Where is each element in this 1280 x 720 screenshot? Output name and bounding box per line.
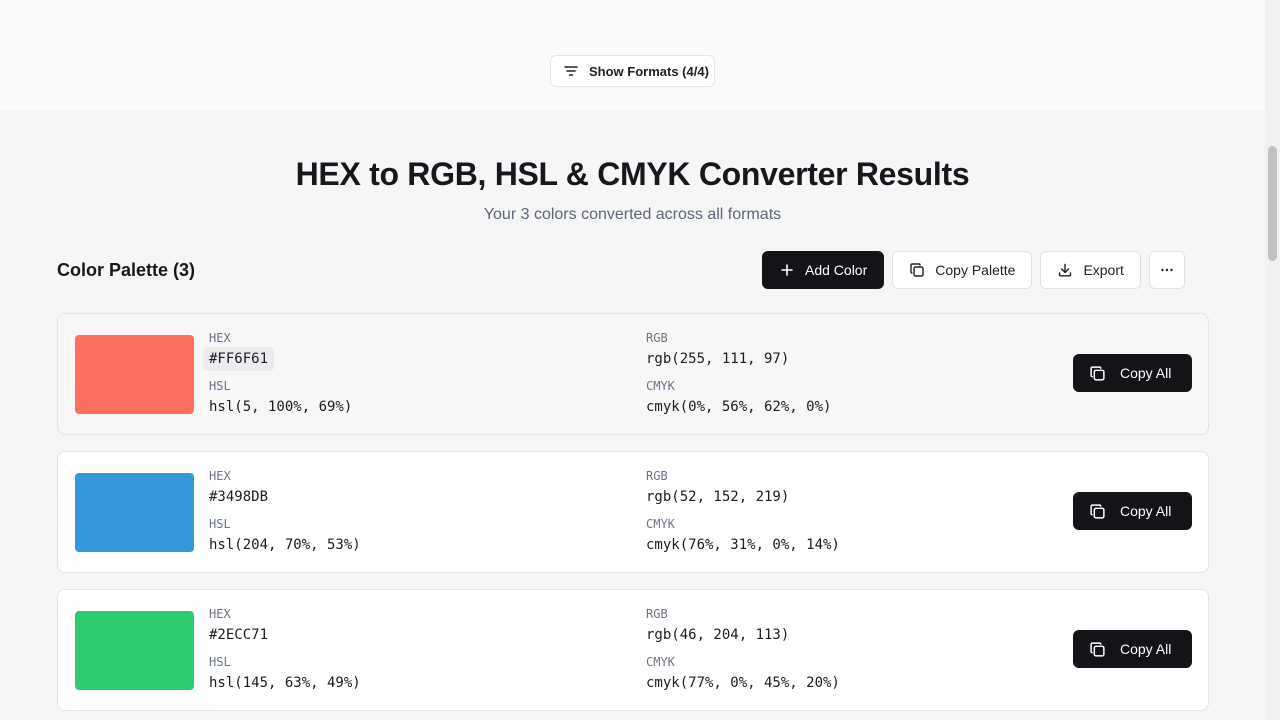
copy-all-button[interactable]: Copy All <box>1073 492 1192 530</box>
cmyk-label: CMYK <box>646 517 675 531</box>
scrollbar-thumb[interactable] <box>1268 146 1277 261</box>
top-toolbar-band: Show Formats (4/4) <box>0 0 1265 110</box>
ellipsis-icon <box>1161 268 1173 272</box>
copy-palette-button[interactable]: Copy Palette <box>892 251 1033 289</box>
palette-toolbar: Add Color Copy Palette Export <box>762 251 1185 289</box>
color-swatch[interactable] <box>75 473 194 552</box>
copy-all-label: Copy All <box>1120 641 1172 657</box>
cmyk-label: CMYK <box>646 655 675 669</box>
export-label: Export <box>1083 262 1124 278</box>
page-title: HEX to RGB, HSL & CMYK Converter Results <box>295 156 970 192</box>
rgb-value[interactable]: rgb(255, 111, 97) <box>640 347 795 371</box>
plus-icon <box>781 264 793 276</box>
rgb-label: RGB <box>646 469 668 483</box>
add-color-button[interactable]: Add Color <box>762 251 885 289</box>
cmyk-label: CMYK <box>646 379 675 393</box>
download-icon <box>1059 263 1072 277</box>
copy-icon <box>1090 503 1105 519</box>
cmyk-value[interactable]: cmyk(76%, 31%, 0%, 14%) <box>640 533 846 557</box>
export-button[interactable]: Export <box>1040 251 1141 289</box>
rgb-label: RGB <box>646 331 668 345</box>
hsl-label: HSL <box>209 655 231 669</box>
hex-label: HEX <box>209 469 231 483</box>
color-swatch[interactable] <box>75 335 194 414</box>
vertical-scrollbar[interactable] <box>1265 0 1280 720</box>
hex-value[interactable]: #3498DB <box>203 485 274 509</box>
color-card: HEX #3498DB HSL hsl(204, 70%, 53%) RGB r… <box>57 451 1209 573</box>
copy-palette-label: Copy Palette <box>935 262 1016 278</box>
hex-label: HEX <box>209 607 231 621</box>
hsl-label: HSL <box>209 379 231 393</box>
copy-all-button[interactable]: Copy All <box>1073 354 1192 392</box>
more-options-button[interactable] <box>1148 251 1185 289</box>
hsl-value[interactable]: hsl(145, 63%, 49%) <box>203 671 367 695</box>
color-card: HEX #FF6F61 HSL hsl(5, 100%, 69%) RGB rg… <box>57 313 1209 435</box>
hsl-value[interactable]: hsl(5, 100%, 69%) <box>203 395 358 419</box>
color-swatch[interactable] <box>75 611 194 690</box>
copy-icon <box>1090 641 1105 657</box>
palette-title: Color Palette (3) <box>57 260 196 280</box>
page-subtitle: Your 3 colors converted across all forma… <box>483 206 782 223</box>
copy-all-button[interactable]: Copy All <box>1073 630 1192 668</box>
rgb-value[interactable]: rgb(46, 204, 113) <box>640 623 795 647</box>
cmyk-value[interactable]: cmyk(77%, 0%, 45%, 20%) <box>640 671 846 695</box>
cmyk-value[interactable]: cmyk(0%, 56%, 62%, 0%) <box>640 395 837 419</box>
hex-label: HEX <box>209 331 231 345</box>
color-card: HEX #2ECC71 HSL hsl(145, 63%, 49%) RGB r… <box>57 589 1209 711</box>
results-section: HEX to RGB, HSL & CMYK Converter Results… <box>0 110 1265 720</box>
copy-all-label: Copy All <box>1120 503 1172 519</box>
copy-icon <box>1090 365 1105 381</box>
show-formats-label: Show Formats (4/4) <box>589 63 709 79</box>
copy-all-label: Copy All <box>1120 365 1172 381</box>
copy-icon <box>910 263 924 277</box>
show-formats-button[interactable]: Show Formats (4/4) <box>550 55 715 87</box>
add-color-label: Add Color <box>805 262 868 278</box>
hsl-label: HSL <box>209 517 231 531</box>
hex-value[interactable]: #2ECC71 <box>203 623 274 647</box>
rgb-label: RGB <box>646 607 668 621</box>
filter-lines-icon <box>564 66 578 76</box>
rgb-value[interactable]: rgb(52, 152, 219) <box>640 485 795 509</box>
hsl-value[interactable]: hsl(204, 70%, 53%) <box>203 533 367 557</box>
hex-value[interactable]: #FF6F61 <box>203 347 275 371</box>
